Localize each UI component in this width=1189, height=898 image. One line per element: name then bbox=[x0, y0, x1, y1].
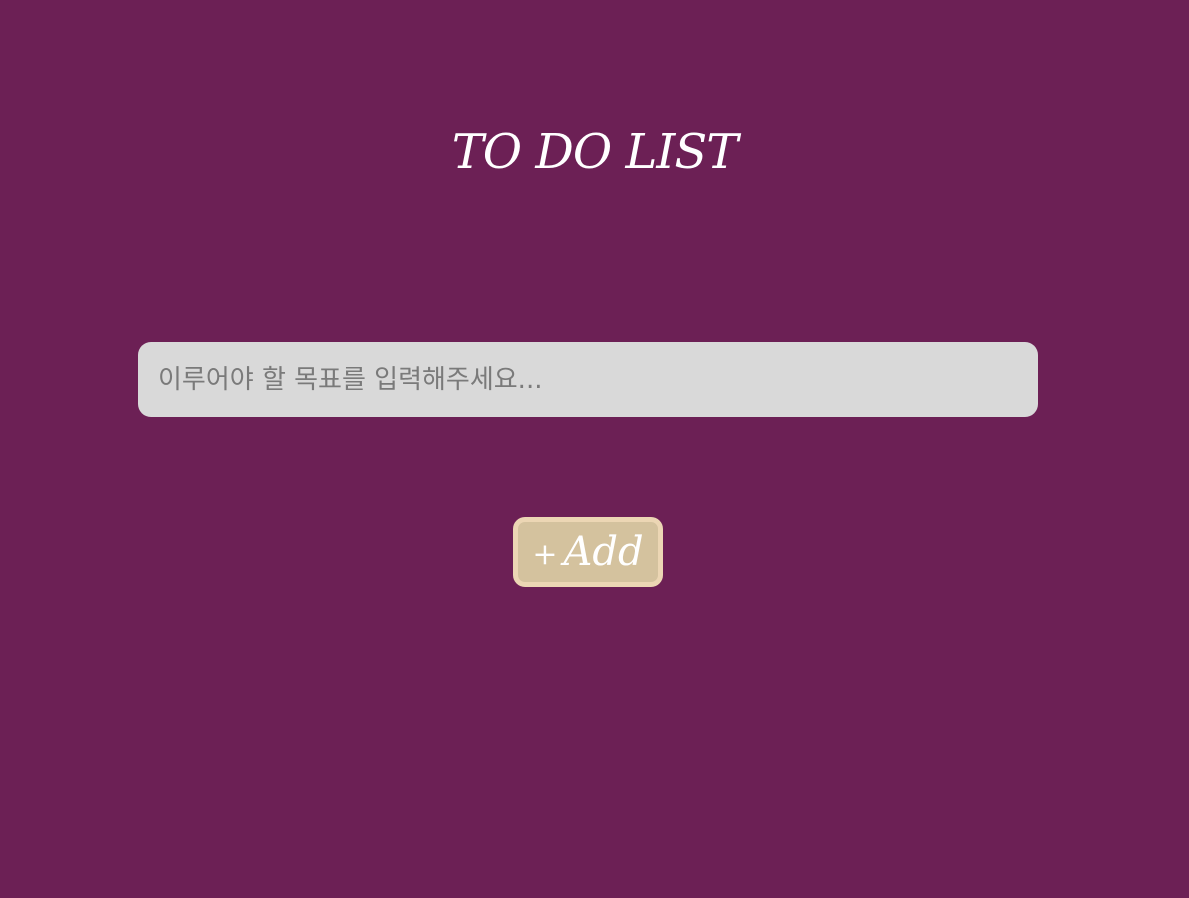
add-button-label: Add bbox=[563, 529, 644, 575]
todo-input[interactable] bbox=[138, 342, 1038, 417]
page-title: TO DO LIST bbox=[451, 124, 738, 180]
add-button[interactable]: + Add bbox=[513, 517, 663, 587]
plus-icon: + bbox=[532, 537, 558, 572]
input-container bbox=[138, 342, 1038, 417]
todo-page: TO DO LIST + Add bbox=[0, 0, 1189, 898]
